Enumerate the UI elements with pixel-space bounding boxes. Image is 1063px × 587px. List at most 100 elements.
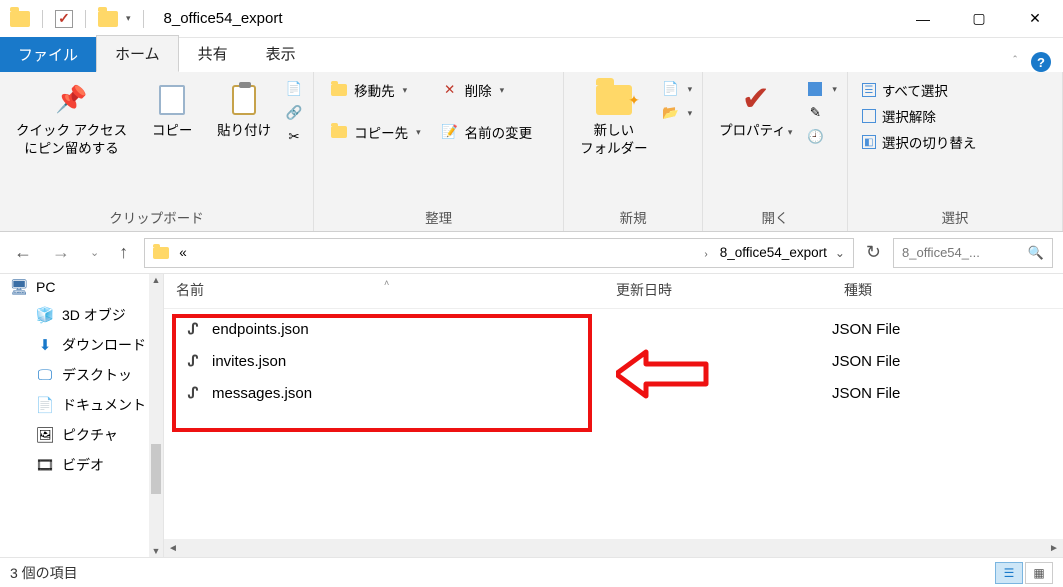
details-view-button[interactable]: ☰: [995, 562, 1023, 584]
folder-icon: [10, 11, 30, 27]
refresh-button[interactable]: ↻: [866, 242, 881, 263]
separator: [143, 10, 144, 28]
help-icon[interactable]: ?: [1031, 52, 1051, 72]
maximize-button[interactable]: ▢: [951, 0, 1007, 38]
json-file-icon: ᔑ: [184, 352, 202, 370]
recent-locations-button[interactable]: ⌄: [86, 246, 103, 259]
cut-button[interactable]: ✂: [285, 128, 303, 146]
file-type: JSON File: [832, 321, 1063, 338]
tree-3d-objects[interactable]: 🧊3D オブジ: [0, 300, 163, 330]
tree-pc[interactable]: 🖥PC: [0, 274, 163, 300]
collapse-ribbon-icon[interactable]: ＾: [1009, 54, 1021, 71]
group-label-new: 新規: [574, 203, 692, 229]
move-to-button[interactable]: 移動先▾: [330, 80, 421, 100]
videos-icon: 🎞: [36, 457, 54, 473]
column-date[interactable]: 更新日時: [604, 280, 832, 300]
delete-button[interactable]: ✕削除▾: [441, 80, 533, 100]
navigation-bar: ← → ⌄ ↑ « › 8_office54_export ⌄ ↻ 8_offi…: [0, 232, 1063, 274]
ribbon-tabs: ファイル ホーム 共有 表示 ＾ ?: [0, 38, 1063, 72]
paste-button[interactable]: 貼り付け: [211, 78, 277, 144]
up-button[interactable]: ↑: [115, 242, 132, 263]
separator: [42, 10, 43, 28]
column-name[interactable]: ˄名前: [164, 280, 604, 300]
file-name: endpoints.json: [212, 321, 309, 338]
tree-pictures[interactable]: 🖼ピクチャ: [0, 420, 163, 450]
scroll-up-icon[interactable]: ▲: [149, 275, 163, 285]
breadcrumb-current[interactable]: 8_office54_export: [720, 245, 827, 260]
edit-button[interactable]: ✎: [806, 104, 837, 122]
qat-dropdown-icon[interactable]: ▾: [126, 13, 131, 24]
search-placeholder: 8_office54_...: [902, 245, 980, 260]
rename-button[interactable]: 📝名前の変更: [441, 122, 533, 142]
address-bar[interactable]: « › 8_office54_export ⌄: [144, 238, 854, 268]
address-dropdown-icon[interactable]: ⌄: [835, 246, 845, 260]
tab-home[interactable]: ホーム: [96, 35, 179, 72]
group-label-select: 選択: [858, 203, 1052, 229]
copy-icon: [159, 85, 185, 115]
tab-view[interactable]: 表示: [247, 35, 315, 72]
json-file-icon: ᔑ: [184, 320, 202, 338]
paste-shortcut-button[interactable]: 🔗: [285, 104, 303, 122]
folder-icon: [331, 126, 347, 138]
scroll-left-icon[interactable]: ◄: [164, 543, 182, 554]
quick-access-toolbar: ✓ ▾: [0, 10, 158, 28]
tab-share[interactable]: 共有: [179, 35, 247, 72]
pin-icon: 📌: [55, 82, 87, 117]
tab-file[interactable]: ファイル: [0, 37, 96, 72]
select-none-button[interactable]: 選択解除: [862, 106, 977, 126]
delete-icon: ✕: [441, 81, 459, 99]
3d-objects-icon: 🧊: [36, 307, 54, 323]
scrollbar-thumb[interactable]: [151, 444, 161, 494]
group-label-organize: 整理: [324, 203, 553, 229]
tree-downloads[interactable]: ⬇ダウンロード: [0, 330, 163, 360]
open-button[interactable]: ▾: [806, 80, 837, 98]
title-bar: ✓ ▾ 8_office54_export — ▢ ✕: [0, 0, 1063, 38]
rename-icon: 📝: [441, 123, 459, 141]
history-button[interactable]: 🕘: [806, 128, 837, 146]
copy-path-button[interactable]: 📄: [285, 80, 303, 98]
status-bar: 3 個の項目 ☰ ▦: [0, 557, 1063, 587]
navigation-pane: 🖥PC 🧊3D オブジ ⬇ダウンロード 🖵デスクトッ 📄ドキュメント 🖼ピクチャ…: [0, 274, 164, 557]
easy-access-button[interactable]: 📂▾: [662, 104, 693, 122]
new-folder-button[interactable]: ✦ 新しい フォルダー: [574, 78, 654, 162]
back-button[interactable]: ←: [10, 242, 36, 263]
invert-selection-icon: ◧: [862, 135, 876, 149]
tree-desktop[interactable]: 🖵デスクトッ: [0, 360, 163, 390]
column-type[interactable]: 種類: [832, 280, 1063, 300]
scroll-right-icon[interactable]: ►: [1045, 543, 1063, 554]
file-row[interactable]: ᔑmessages.jsonJSON File: [164, 377, 1063, 409]
open-icon: [808, 82, 822, 96]
forward-button[interactable]: →: [48, 242, 74, 263]
separator: [85, 10, 86, 28]
copy-button[interactable]: コピー: [141, 78, 203, 144]
file-row[interactable]: ᔑ endpoints.json JSON File: [164, 313, 1063, 345]
desktop-icon: 🖵: [36, 367, 54, 383]
properties-button[interactable]: ✔ プロパティ▾: [713, 78, 798, 144]
scroll-down-icon[interactable]: ▼: [149, 546, 163, 556]
tree-documents[interactable]: 📄ドキュメント: [0, 390, 163, 420]
properties-qat-icon[interactable]: ✓: [55, 10, 73, 28]
horizontal-scrollbar[interactable]: ◄ ►: [164, 539, 1063, 557]
file-row[interactable]: ᔑinvites.jsonJSON File: [164, 345, 1063, 377]
shortcut-icon: 🔗: [285, 104, 303, 122]
large-icons-view-button[interactable]: ▦: [1025, 562, 1053, 584]
search-input[interactable]: 8_office54_... 🔍: [893, 238, 1053, 268]
folder-icon: [98, 11, 118, 27]
minimize-button[interactable]: —: [895, 0, 951, 38]
invert-selection-button[interactable]: ◧選択の切り替え: [862, 132, 977, 152]
pc-icon: 🖥: [10, 279, 28, 295]
copy-to-button[interactable]: コピー先▾: [330, 122, 421, 142]
sidebar-scrollbar[interactable]: ▲ ▼: [149, 274, 163, 557]
breadcrumb-root[interactable]: «: [179, 245, 187, 260]
documents-icon: 📄: [36, 397, 54, 413]
new-item-icon: 📄: [662, 80, 680, 98]
easy-access-icon: 📂: [662, 104, 680, 122]
breadcrumb-separator: ›: [700, 245, 711, 260]
file-type: JSON File: [832, 353, 1063, 370]
new-item-button[interactable]: 📄▾: [662, 80, 693, 98]
pin-quickaccess-button[interactable]: 📌 クイック アクセス にピン留めする: [10, 78, 133, 162]
tree-videos[interactable]: 🎞ビデオ: [0, 450, 163, 480]
select-all-button[interactable]: ☰すべて選択: [862, 80, 977, 100]
sort-indicator-icon: ˄: [384, 278, 389, 288]
close-button[interactable]: ✕: [1007, 0, 1063, 38]
